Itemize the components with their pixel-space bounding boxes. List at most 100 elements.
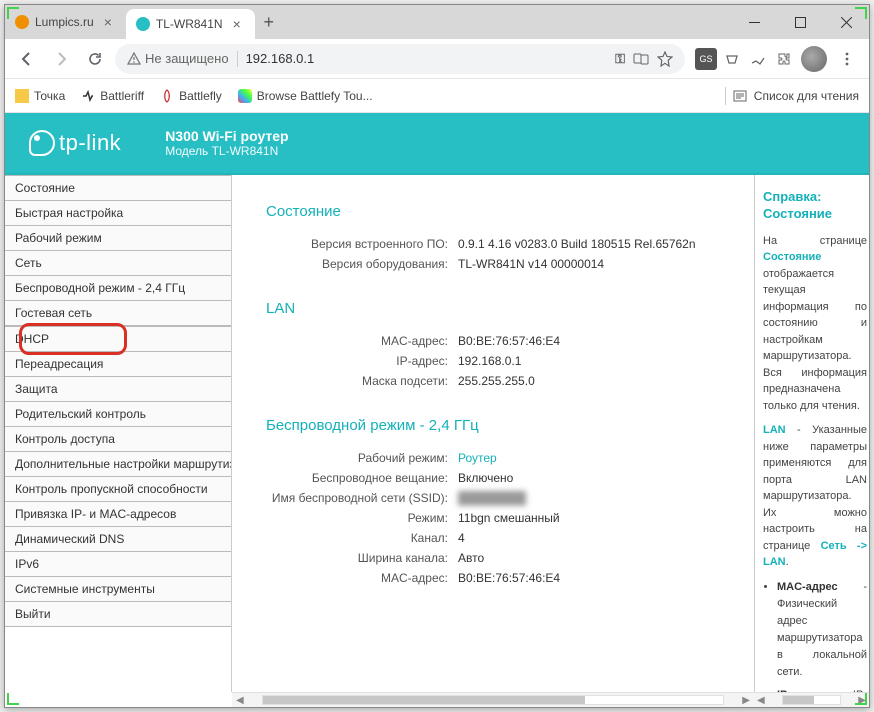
status-panel[interactable]: Состояние Версия встроенного ПО:0.9.1 4.… bbox=[232, 175, 754, 692]
screenshot-corner bbox=[855, 693, 867, 705]
sidebar-item[interactable]: Контроль доступа bbox=[5, 427, 231, 452]
extensions-area: GS bbox=[695, 48, 795, 70]
sidebar-item[interactable]: Привязка IP- и MAC-адресов bbox=[5, 502, 231, 527]
sidebar-item[interactable]: Гостевая сеть bbox=[5, 301, 231, 326]
not-secure-chip[interactable]: Не защищено bbox=[127, 51, 229, 66]
sidebar-item[interactable]: Сеть bbox=[5, 251, 231, 276]
wmode-label: Рабочий режим: bbox=[266, 451, 458, 465]
kebab-menu-icon[interactable] bbox=[833, 45, 861, 73]
mac-value: B0:BE:76:57:46:E4 bbox=[458, 334, 560, 348]
horizontal-scrollbar[interactable]: ◀ ▶ bbox=[754, 692, 869, 707]
extension-icon[interactable]: GS bbox=[695, 48, 717, 70]
bcast-label: Беспроводное вещание: bbox=[266, 471, 458, 485]
logo-mark bbox=[29, 130, 55, 156]
bookmark-item[interactable]: Battlefly bbox=[160, 89, 222, 103]
browser-tab-router[interactable]: TL-WR841N × bbox=[126, 9, 255, 39]
url-text: 192.168.0.1 bbox=[246, 51, 315, 66]
sidebar-item[interactable]: DHCP bbox=[5, 326, 231, 352]
separator bbox=[725, 87, 726, 105]
bookmark-star-icon[interactable] bbox=[657, 51, 673, 67]
sidebar-item[interactable]: Переадресация bbox=[5, 352, 231, 377]
key-icon[interactable]: ⚿ bbox=[615, 51, 625, 67]
wmode-value: Роутер bbox=[458, 451, 497, 465]
omnibox-actions: ⚿ bbox=[615, 51, 673, 67]
reload-button[interactable] bbox=[81, 45, 109, 73]
sidebar-item[interactable]: Динамический DNS bbox=[5, 527, 231, 552]
wmac-label: MAC-адрес: bbox=[266, 571, 458, 585]
sidebar-item[interactable]: Системные инструменты bbox=[5, 577, 231, 602]
nav-sidebar[interactable]: СостояниеБыстрая настройкаРабочий режимС… bbox=[5, 175, 232, 692]
section-title: Состояние bbox=[266, 193, 734, 234]
chan-label: Канал: bbox=[266, 531, 458, 545]
minimize-button[interactable] bbox=[731, 5, 777, 39]
sidebar-item[interactable]: Родительский контроль bbox=[5, 402, 231, 427]
sidebar-item[interactable]: Контроль пропускной способности bbox=[5, 477, 231, 502]
extensions-puzzle-icon[interactable] bbox=[773, 48, 795, 70]
page-content: tp-link N300 Wi-Fi роутер Модель TL-WR84… bbox=[5, 113, 869, 707]
reading-list-label: Список для чтения bbox=[754, 89, 859, 103]
bookmark-favicon bbox=[160, 89, 174, 103]
wmac-value: B0:BE:76:57:46:E4 bbox=[458, 571, 560, 585]
bookmark-item[interactable]: Точка bbox=[15, 89, 65, 103]
product-title: N300 Wi-Fi роутер bbox=[165, 128, 288, 144]
not-secure-label: Не защищено bbox=[145, 51, 229, 66]
back-button[interactable] bbox=[13, 45, 41, 73]
extension-icon[interactable] bbox=[721, 48, 743, 70]
browser-tab-lumpics[interactable]: Lumpics.ru × bbox=[5, 5, 126, 39]
sidebar-item[interactable]: Выйти bbox=[5, 602, 231, 627]
bookmark-label: Browse Battlefy Tou... bbox=[257, 89, 373, 103]
extension-icon[interactable] bbox=[747, 48, 769, 70]
brand-name: tp-link bbox=[59, 130, 121, 156]
ssid-value: ████████ bbox=[458, 491, 526, 505]
help-title: Справка: Состояние bbox=[763, 189, 867, 223]
product-model: Модель TL-WR841N bbox=[165, 144, 288, 158]
bookmark-favicon bbox=[81, 89, 95, 103]
hw-label: Версия оборудования: bbox=[266, 257, 458, 271]
sidebar-item[interactable]: Быстрая настройка bbox=[5, 201, 231, 226]
sidebar-item[interactable]: Дополнительные настройки маршрутизации bbox=[5, 452, 231, 477]
mac-label: MAC-адрес: bbox=[266, 334, 458, 348]
help-list-item: MAC-адрес - Физический адрес маршрутизат… bbox=[777, 579, 867, 681]
forward-button[interactable] bbox=[47, 45, 75, 73]
section-title-wlan: Беспроводной режим - 2,4 ГГц bbox=[266, 407, 734, 448]
new-tab-button[interactable]: + bbox=[255, 5, 283, 39]
sidebar-item[interactable]: Беспроводной режим - 2,4 ГГц bbox=[5, 276, 231, 301]
window-controls bbox=[731, 5, 869, 39]
horizontal-scrollbar[interactable]: ◀ ▶ bbox=[232, 692, 754, 707]
bookmark-label: Battlefly bbox=[179, 89, 222, 103]
favicon bbox=[136, 17, 150, 31]
bookmark-item[interactable]: Browse Battlefy Tou... bbox=[238, 89, 373, 103]
bookmark-favicon bbox=[15, 89, 29, 103]
screenshot-corner bbox=[7, 693, 19, 705]
help-panel[interactable]: Справка: Состояние На странице Состояние… bbox=[754, 175, 869, 692]
help-list: MAC-адрес - Физический адрес маршрутизат… bbox=[763, 579, 867, 692]
close-icon[interactable]: × bbox=[229, 16, 245, 32]
maximize-button[interactable] bbox=[777, 5, 823, 39]
reading-list-button[interactable]: Список для чтения bbox=[725, 87, 859, 105]
wifimode-value: 11bgn смешанный bbox=[458, 511, 560, 525]
bookmark-item[interactable]: Battleriff bbox=[81, 89, 144, 103]
help-paragraph: На странице Состояние отображается текущ… bbox=[763, 233, 867, 415]
screenshot-corner bbox=[855, 7, 867, 19]
sidebar-item[interactable]: Состояние bbox=[5, 175, 231, 201]
browser-window: Lumpics.ru × TL-WR841N × + bbox=[4, 4, 870, 708]
chan-value: 4 bbox=[458, 531, 465, 545]
address-bar[interactable]: Не защищено 192.168.0.1 ⚿ bbox=[115, 44, 685, 74]
profile-avatar[interactable] bbox=[801, 46, 827, 72]
help-keyword: Состояние bbox=[763, 251, 821, 263]
translate-icon[interactable] bbox=[633, 51, 649, 67]
tab-title: Lumpics.ru bbox=[35, 15, 94, 29]
mask-value: 255.255.255.0 bbox=[458, 374, 535, 388]
router-body: СостояниеБыстрая настройкаРабочий режимС… bbox=[5, 173, 869, 692]
separator bbox=[237, 51, 238, 67]
sidebar-item[interactable]: IPv6 bbox=[5, 552, 231, 577]
sidebar-item[interactable]: Защита bbox=[5, 377, 231, 402]
help-keyword: LAN bbox=[763, 424, 786, 436]
close-icon[interactable]: × bbox=[100, 14, 116, 30]
bookmark-label: Battleriff bbox=[100, 89, 144, 103]
section-title-lan: LAN bbox=[266, 290, 734, 331]
wifimode-label: Режим: bbox=[266, 511, 458, 525]
sidebar-item[interactable]: Рабочий режим bbox=[5, 226, 231, 251]
titlebar: Lumpics.ru × TL-WR841N × + bbox=[5, 5, 869, 39]
warning-icon bbox=[127, 52, 141, 66]
